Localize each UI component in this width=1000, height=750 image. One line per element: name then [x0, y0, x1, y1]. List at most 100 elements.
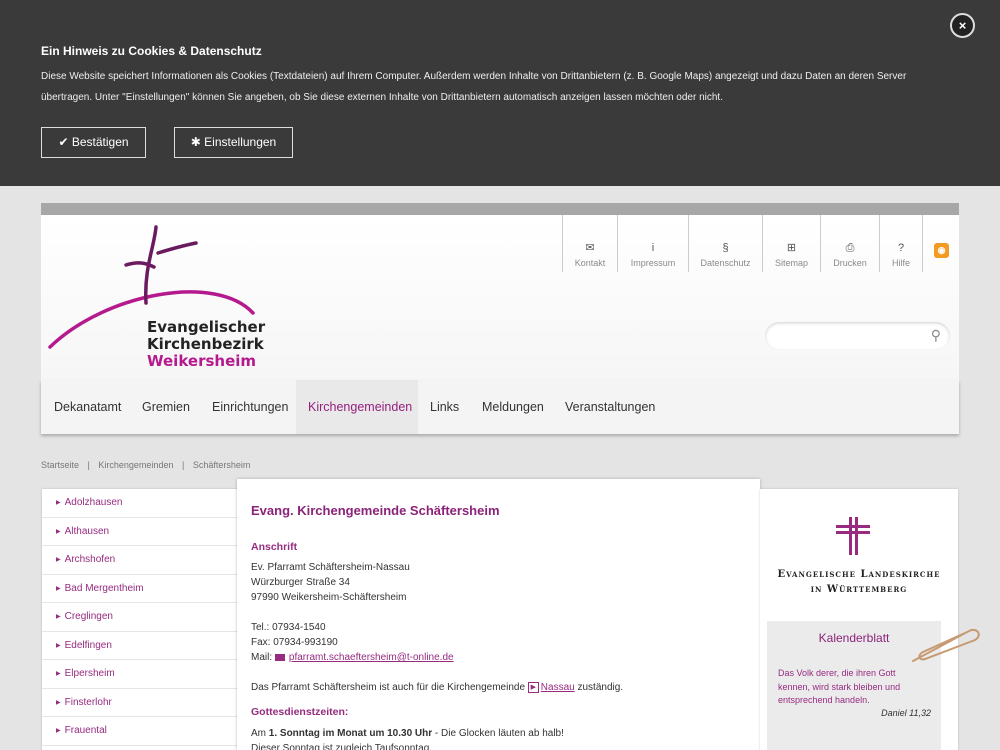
tel-line: Tel.: 07934-1540 [251, 622, 326, 633]
print-icon: ⎙ [845, 242, 855, 254]
arrow-icon: ▶ [56, 500, 61, 506]
address-line: 97990 Weikersheim-Schäftersheim [251, 592, 407, 603]
nav-veranstaltungen[interactable]: Veranstaltungen [553, 380, 663, 434]
service-label: Impressum [630, 258, 676, 268]
help-icon: ? [897, 242, 905, 254]
mail-link[interactable]: pfarramt.schaeftersheim@t-online.de [289, 652, 454, 663]
elk-line1: Evangelische Landeskirche [777, 569, 941, 580]
menu-item-edelfingen[interactable]: ▶ Edelfingen [42, 632, 238, 660]
nav-links[interactable]: Links [418, 380, 470, 434]
menu-item-label: Adolzhausen [64, 497, 123, 508]
breadcrumb-home[interactable]: Startseite [41, 460, 79, 470]
cookie-title: Ein Hinweis zu Cookies & Datenschutz [41, 44, 262, 58]
arrow-icon: ▶ [56, 614, 61, 620]
services-pre: Am [251, 728, 266, 739]
menu-item-finsterlohr[interactable]: ▶ Finsterlohr [42, 689, 238, 717]
address-line: Würzburger Straße 34 [251, 577, 350, 588]
logo-line3: Weikersheim [147, 352, 257, 370]
rss-icon[interactable]: ◉ [934, 243, 949, 258]
services-heading: Gottesdienstzeiten: [251, 706, 349, 718]
mail-icon [274, 653, 285, 661]
main-navigation: Dekanatamt Gremien Einrichtungen Kirchen… [41, 380, 959, 434]
service-label: Drucken [833, 258, 867, 268]
logo-text: Evangelischer Kirchenbezirk Weikersheim [147, 319, 265, 370]
service-drucken[interactable]: ⎙ Drucken [820, 215, 879, 272]
search-input[interactable] [775, 322, 925, 348]
paragraph-icon: § [722, 242, 729, 254]
services-time: 1. Sonntag im Monat um 10.30 Uhr [268, 728, 433, 739]
arrow-icon: ▶ [56, 642, 61, 649]
service-kontakt[interactable]: ✉ Kontakt [562, 215, 617, 272]
service-hilfe[interactable]: ? Hilfe [879, 215, 923, 272]
menu-item-adolzhausen[interactable]: ▶ Adolzhausen [42, 489, 238, 518]
site-header: Evangelischer Kirchenbezirk Weikersheim … [41, 215, 959, 380]
menu-item-frauental[interactable]: ▶ Frauental [42, 717, 238, 746]
arrow-icon: ▶ [56, 528, 61, 535]
nav-meldungen[interactable]: Meldungen [470, 380, 553, 434]
confirm-button[interactable]: ✔ Bestätigen [41, 127, 146, 158]
menu-item-althausen[interactable]: ▶ Althausen [42, 518, 238, 546]
confirm-label: Bestätigen [71, 135, 129, 149]
service-label: Sitemap [774, 258, 809, 268]
close-icon[interactable]: × [950, 13, 975, 38]
services-post: - Die Glocken läuten ab halb! [434, 728, 564, 739]
menu-item-bad-mergentheim[interactable]: ▶ Bad Mergentheim [42, 575, 238, 603]
nassau-link[interactable]: Nassau [541, 682, 575, 693]
address-heading: Anschrift [251, 541, 298, 553]
service-impressum[interactable]: i Impressum [617, 215, 688, 272]
menu-item-label: Althausen [64, 525, 110, 537]
check-icon: ✔ [58, 135, 69, 149]
service-label: Datenschutz [700, 258, 751, 268]
paperclip-icon [912, 629, 980, 662]
menu-item-label: Elpersheim [64, 668, 115, 679]
breadcrumb-kirchengemeinden[interactable]: Kirchengemeinden [98, 460, 173, 470]
address-line: Ev. Pfarramt Schäftersheim-Nassau [251, 562, 410, 573]
menu-item-archshofen[interactable]: ▶ Archshofen [42, 546, 238, 575]
fax-line: Fax: 07934-993190 [251, 637, 338, 648]
menu-item-elpersheim[interactable]: ▶ Elpersheim [42, 660, 238, 689]
services-line2: Dieser Sonntag ist zugleich Taufsonntag. [251, 743, 433, 750]
responsible-text-end: zuständig. [577, 682, 624, 693]
cross-logo-icon [836, 517, 870, 555]
cookie-banner: Ein Hinweis zu Cookies & Datenschutz Die… [0, 0, 1000, 186]
menu-item-label: Bad Mergentheim [64, 582, 144, 594]
elk-name: Evangelische Landeskirche in Württemberg [764, 567, 954, 597]
mail-line: Mail: pfarramt.schaeftersheim@t-online.d… [251, 650, 454, 665]
nav-kirchengemeinden[interactable]: Kirchengemeinden [296, 380, 418, 434]
menu-item-label: Archshofen [64, 554, 116, 565]
breadcrumb-current: Schäftersheim [192, 460, 251, 470]
kalender-quote: Das Volk derer, die ihren Gott kennen, w… [778, 668, 901, 705]
menu-item-creglingen[interactable]: ▶ Creglingen [42, 603, 238, 632]
service-sitemap[interactable]: ⊞ Sitemap [762, 215, 820, 272]
envelope-icon: ✉ [585, 242, 595, 254]
logo-line2: Kirchenbezirk [147, 335, 264, 353]
service-label: Hilfe [891, 258, 910, 268]
settings-button[interactable]: ✱ Einstellungen [174, 127, 293, 158]
top-bar [41, 203, 959, 215]
kalender-reference: Daniel 11,32 [881, 708, 931, 718]
cookie-text: Diese Website speichert Informationen al… [41, 71, 907, 103]
page-title: Evang. Kirchengemeinde Schäftersheim [251, 503, 500, 518]
service-datenschutz[interactable]: § Datenschutz [688, 215, 762, 272]
arrow-icon: ▶ [56, 585, 61, 592]
elk-line2: in Württemberg [810, 584, 908, 595]
settings-label: Einstellungen [204, 135, 277, 149]
arrow-icon: ▶ [56, 557, 61, 563]
info-icon: i [651, 242, 655, 254]
service-label: Kontakt [574, 258, 606, 268]
menu-item-label: Edelfingen [64, 639, 112, 651]
gear-icon: ✱ [190, 135, 201, 149]
nav-einrichtungen[interactable]: Einrichtungen [199, 380, 296, 434]
responsible-text: Das Pfarramt Schäftersheim ist auch für … [251, 682, 526, 693]
breadcrumb-separator: | [87, 460, 90, 470]
nav-dekanatamt[interactable]: Dekanatamt [41, 380, 129, 434]
left-menu: ▶ Adolzhausen ▶ Althausen ▶ Archshofen ▶ Bad… [42, 489, 238, 750]
search-icon[interactable]: ⚲ [931, 327, 941, 344]
arrow-icon: ▶ [56, 699, 61, 706]
logo-line1: Evangelischer [147, 318, 266, 336]
arrow-icon: ▶ [56, 728, 61, 734]
menu-item-label: Finsterlohr [64, 696, 112, 708]
nav-gremien[interactable]: Gremien [129, 380, 199, 434]
menu-item-label: Frauental [64, 725, 107, 736]
breadcrumb-separator: | [181, 460, 185, 470]
